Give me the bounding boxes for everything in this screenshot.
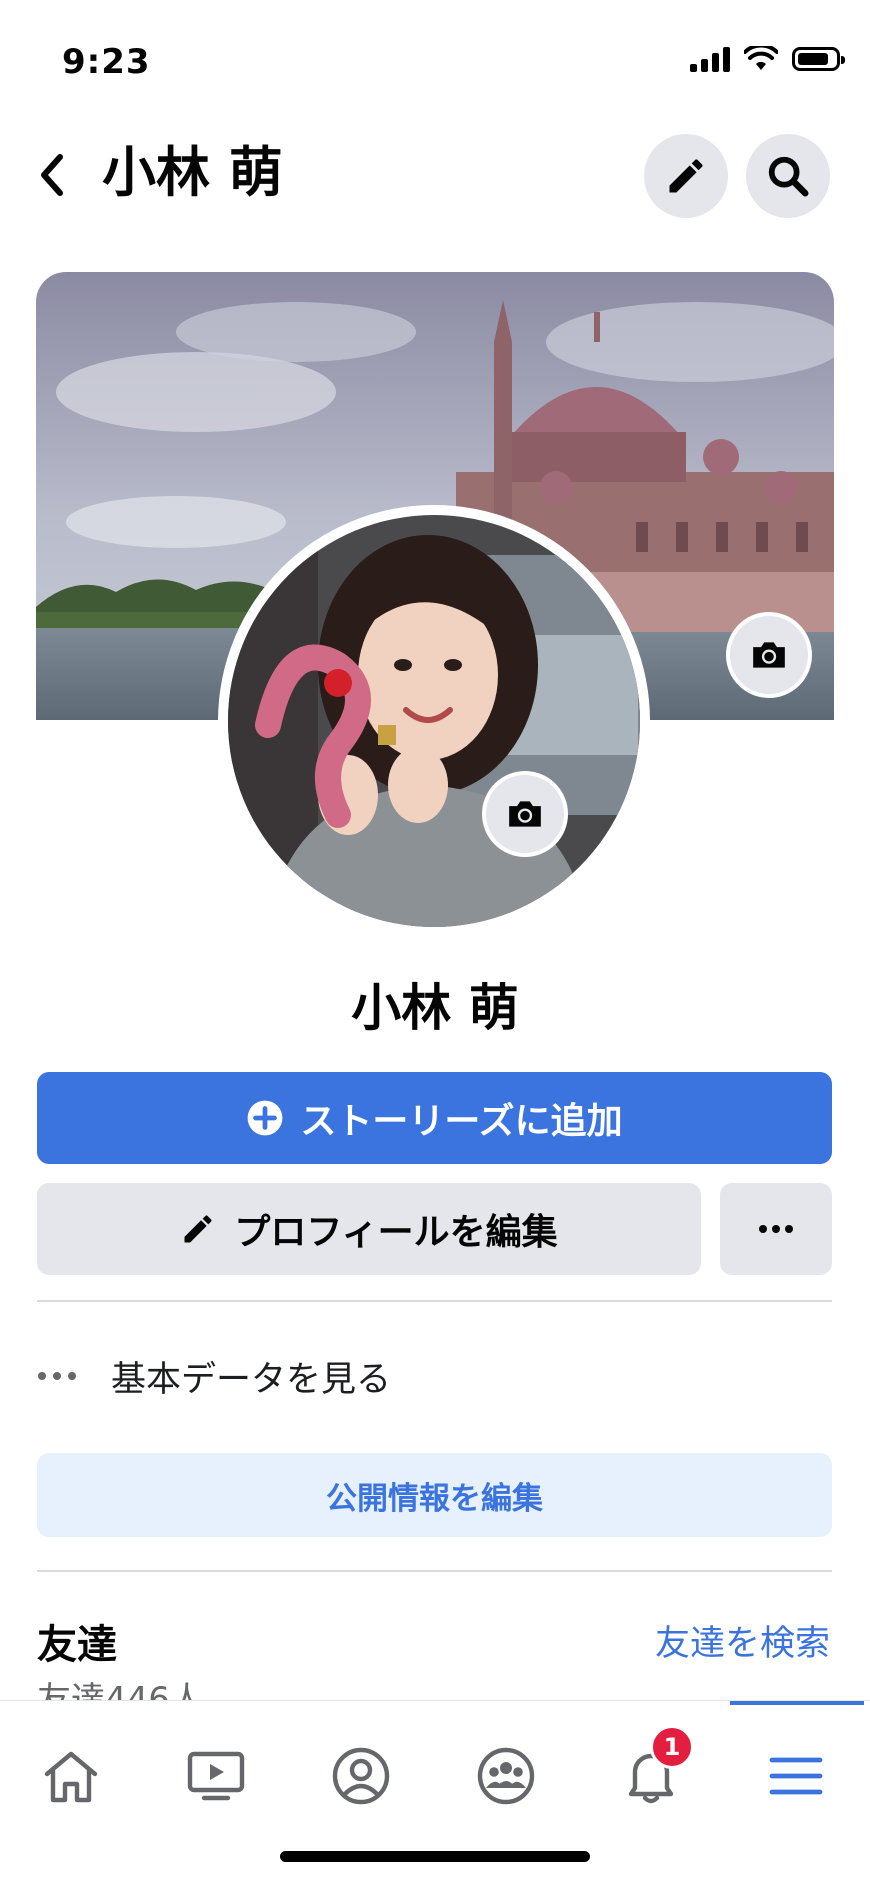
profile-icon bbox=[332, 1747, 390, 1805]
groups-icon bbox=[477, 1747, 535, 1805]
back-button[interactable] bbox=[32, 150, 72, 200]
avatar-camera-button[interactable] bbox=[482, 771, 568, 857]
about-row[interactable]: 基本データを見る bbox=[37, 1346, 391, 1406]
watch-icon bbox=[187, 1751, 245, 1801]
divider bbox=[37, 1570, 832, 1572]
edit-button[interactable] bbox=[644, 134, 728, 218]
nav-groups[interactable] bbox=[461, 1731, 551, 1821]
profile-name: 小林 萌 bbox=[351, 979, 519, 1037]
add-story-label: ストーリーズに追加 bbox=[300, 1101, 623, 1142]
find-friends-link[interactable]: 友達を検索 bbox=[655, 1615, 830, 1666]
menu-icon bbox=[769, 1757, 823, 1795]
nav-home[interactable] bbox=[26, 1731, 116, 1821]
more-options-button[interactable] bbox=[720, 1183, 832, 1275]
divider bbox=[37, 1300, 832, 1302]
nav-menu[interactable] bbox=[751, 1731, 841, 1821]
active-tab-indicator bbox=[730, 1701, 864, 1705]
profile-picture[interactable] bbox=[218, 505, 650, 937]
edit-public-info-button[interactable]: 公開情報を編集 bbox=[37, 1453, 832, 1537]
page-title: 小林 萌 bbox=[102, 141, 283, 204]
edit-public-info-label: 公開情報を編集 bbox=[326, 1480, 543, 1517]
avatar bbox=[228, 515, 640, 927]
camera-icon bbox=[753, 642, 785, 668]
add-story-button[interactable]: ストーリーズに追加 bbox=[37, 1072, 832, 1164]
signal-icon bbox=[690, 46, 730, 72]
battery-icon bbox=[792, 47, 845, 71]
more-icon bbox=[38, 1372, 76, 1380]
chevron-left-icon bbox=[41, 154, 63, 196]
edit-profile-button[interactable]: プロフィールを編集 bbox=[37, 1183, 701, 1275]
about-label: 基本データを見る bbox=[111, 1359, 392, 1400]
nav-profile[interactable] bbox=[316, 1731, 406, 1821]
wifi-icon bbox=[744, 46, 778, 70]
camera-icon bbox=[509, 801, 541, 827]
nav-watch[interactable] bbox=[171, 1731, 261, 1821]
plus-circle-icon bbox=[247, 1100, 283, 1136]
pencil-icon bbox=[184, 1215, 212, 1243]
search-icon bbox=[768, 156, 809, 197]
home-indicator bbox=[280, 1851, 590, 1862]
nav-notifications[interactable]: 1 bbox=[606, 1725, 696, 1821]
status-icons bbox=[690, 46, 845, 72]
home-icon bbox=[44, 1751, 98, 1803]
more-icon bbox=[759, 1225, 793, 1233]
friends-title: 友達 bbox=[37, 1622, 117, 1668]
status-time: 9:23 bbox=[62, 42, 151, 82]
notification-badge: 1 bbox=[650, 1725, 694, 1769]
edit-profile-label: プロフィールを編集 bbox=[234, 1212, 558, 1253]
search-button[interactable] bbox=[746, 134, 830, 218]
cover-camera-button[interactable] bbox=[726, 612, 812, 698]
pencil-icon bbox=[669, 159, 703, 193]
